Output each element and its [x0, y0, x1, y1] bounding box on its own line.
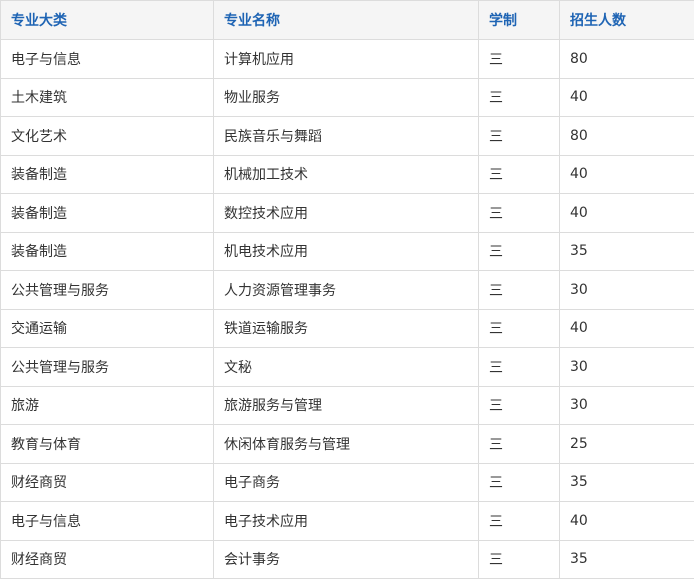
category-cell: 交通运输 [1, 309, 214, 348]
header-major-name: 专业名称 [214, 1, 479, 40]
duration-cell: 三 [479, 309, 560, 348]
table-row: 文化艺术民族音乐与舞蹈三80 [1, 117, 694, 156]
table-header: 专业大类 专业名称 学制 招生人数 [1, 1, 694, 40]
table-row: 公共管理与服务人力资源管理事务三30 [1, 271, 694, 310]
category-cell: 电子与信息 [1, 502, 214, 541]
duration-cell: 三 [479, 40, 560, 79]
duration-cell: 三 [479, 155, 560, 194]
enrollment-cell: 30 [560, 348, 694, 387]
table-body: 电子与信息计算机应用三80土木建筑物业服务三40文化艺术民族音乐与舞蹈三80装备… [1, 40, 694, 579]
enrollment-cell: 35 [560, 232, 694, 271]
enrollment-cell: 40 [560, 78, 694, 117]
category-cell: 文化艺术 [1, 117, 214, 156]
table-row: 公共管理与服务文秘三30 [1, 348, 694, 387]
major-name-cell: 民族音乐与舞蹈 [214, 117, 479, 156]
table-row: 交通运输铁道运输服务三40 [1, 309, 694, 348]
table-row: 旅游旅游服务与管理三30 [1, 386, 694, 425]
enrollment-cell: 40 [560, 194, 694, 233]
table-row: 教育与体育休闲体育服务与管理三25 [1, 425, 694, 464]
header-row: 专业大类 专业名称 学制 招生人数 [1, 1, 694, 40]
duration-cell: 三 [479, 232, 560, 271]
category-cell: 旅游 [1, 386, 214, 425]
major-name-cell: 机电技术应用 [214, 232, 479, 271]
major-name-cell: 旅游服务与管理 [214, 386, 479, 425]
category-cell: 公共管理与服务 [1, 271, 214, 310]
table-row: 电子与信息计算机应用三80 [1, 40, 694, 79]
enrollment-cell: 80 [560, 40, 694, 79]
table-row: 土木建筑物业服务三40 [1, 78, 694, 117]
category-cell: 财经商贸 [1, 463, 214, 502]
category-cell: 土木建筑 [1, 78, 214, 117]
major-name-cell: 物业服务 [214, 78, 479, 117]
enrollment-cell: 30 [560, 271, 694, 310]
category-cell: 装备制造 [1, 155, 214, 194]
header-category: 专业大类 [1, 1, 214, 40]
duration-cell: 三 [479, 348, 560, 387]
table-row: 装备制造机械加工技术三40 [1, 155, 694, 194]
table-row: 装备制造机电技术应用三35 [1, 232, 694, 271]
duration-cell: 三 [479, 386, 560, 425]
header-enrollment: 招生人数 [560, 1, 694, 40]
major-name-cell: 电子技术应用 [214, 502, 479, 541]
duration-cell: 三 [479, 425, 560, 464]
enrollment-cell: 40 [560, 155, 694, 194]
table-row: 财经商贸电子商务三35 [1, 463, 694, 502]
major-name-cell: 机械加工技术 [214, 155, 479, 194]
duration-cell: 三 [479, 117, 560, 156]
category-cell: 装备制造 [1, 232, 214, 271]
table-row: 电子与信息电子技术应用三40 [1, 502, 694, 541]
category-cell: 电子与信息 [1, 40, 214, 79]
duration-cell: 三 [479, 78, 560, 117]
major-name-cell: 电子商务 [214, 463, 479, 502]
enrollment-cell: 35 [560, 540, 694, 579]
enrollment-cell: 35 [560, 463, 694, 502]
duration-cell: 三 [479, 502, 560, 541]
duration-cell: 三 [479, 194, 560, 233]
enrollment-cell: 80 [560, 117, 694, 156]
enrollment-cell: 25 [560, 425, 694, 464]
category-cell: 公共管理与服务 [1, 348, 214, 387]
duration-cell: 三 [479, 463, 560, 502]
category-cell: 财经商贸 [1, 540, 214, 579]
enrollment-table: 专业大类 专业名称 学制 招生人数 电子与信息计算机应用三80土木建筑物业服务三… [0, 0, 694, 579]
enrollment-cell: 30 [560, 386, 694, 425]
major-name-cell: 数控技术应用 [214, 194, 479, 233]
enrollment-cell: 40 [560, 309, 694, 348]
major-name-cell: 铁道运输服务 [214, 309, 479, 348]
major-name-cell: 会计事务 [214, 540, 479, 579]
duration-cell: 三 [479, 540, 560, 579]
category-cell: 教育与体育 [1, 425, 214, 464]
major-name-cell: 休闲体育服务与管理 [214, 425, 479, 464]
category-cell: 装备制造 [1, 194, 214, 233]
major-name-cell: 计算机应用 [214, 40, 479, 79]
major-name-cell: 文秘 [214, 348, 479, 387]
table-row: 装备制造数控技术应用三40 [1, 194, 694, 233]
header-duration: 学制 [479, 1, 560, 40]
table-row: 财经商贸会计事务三35 [1, 540, 694, 579]
major-name-cell: 人力资源管理事务 [214, 271, 479, 310]
enrollment-cell: 40 [560, 502, 694, 541]
duration-cell: 三 [479, 271, 560, 310]
